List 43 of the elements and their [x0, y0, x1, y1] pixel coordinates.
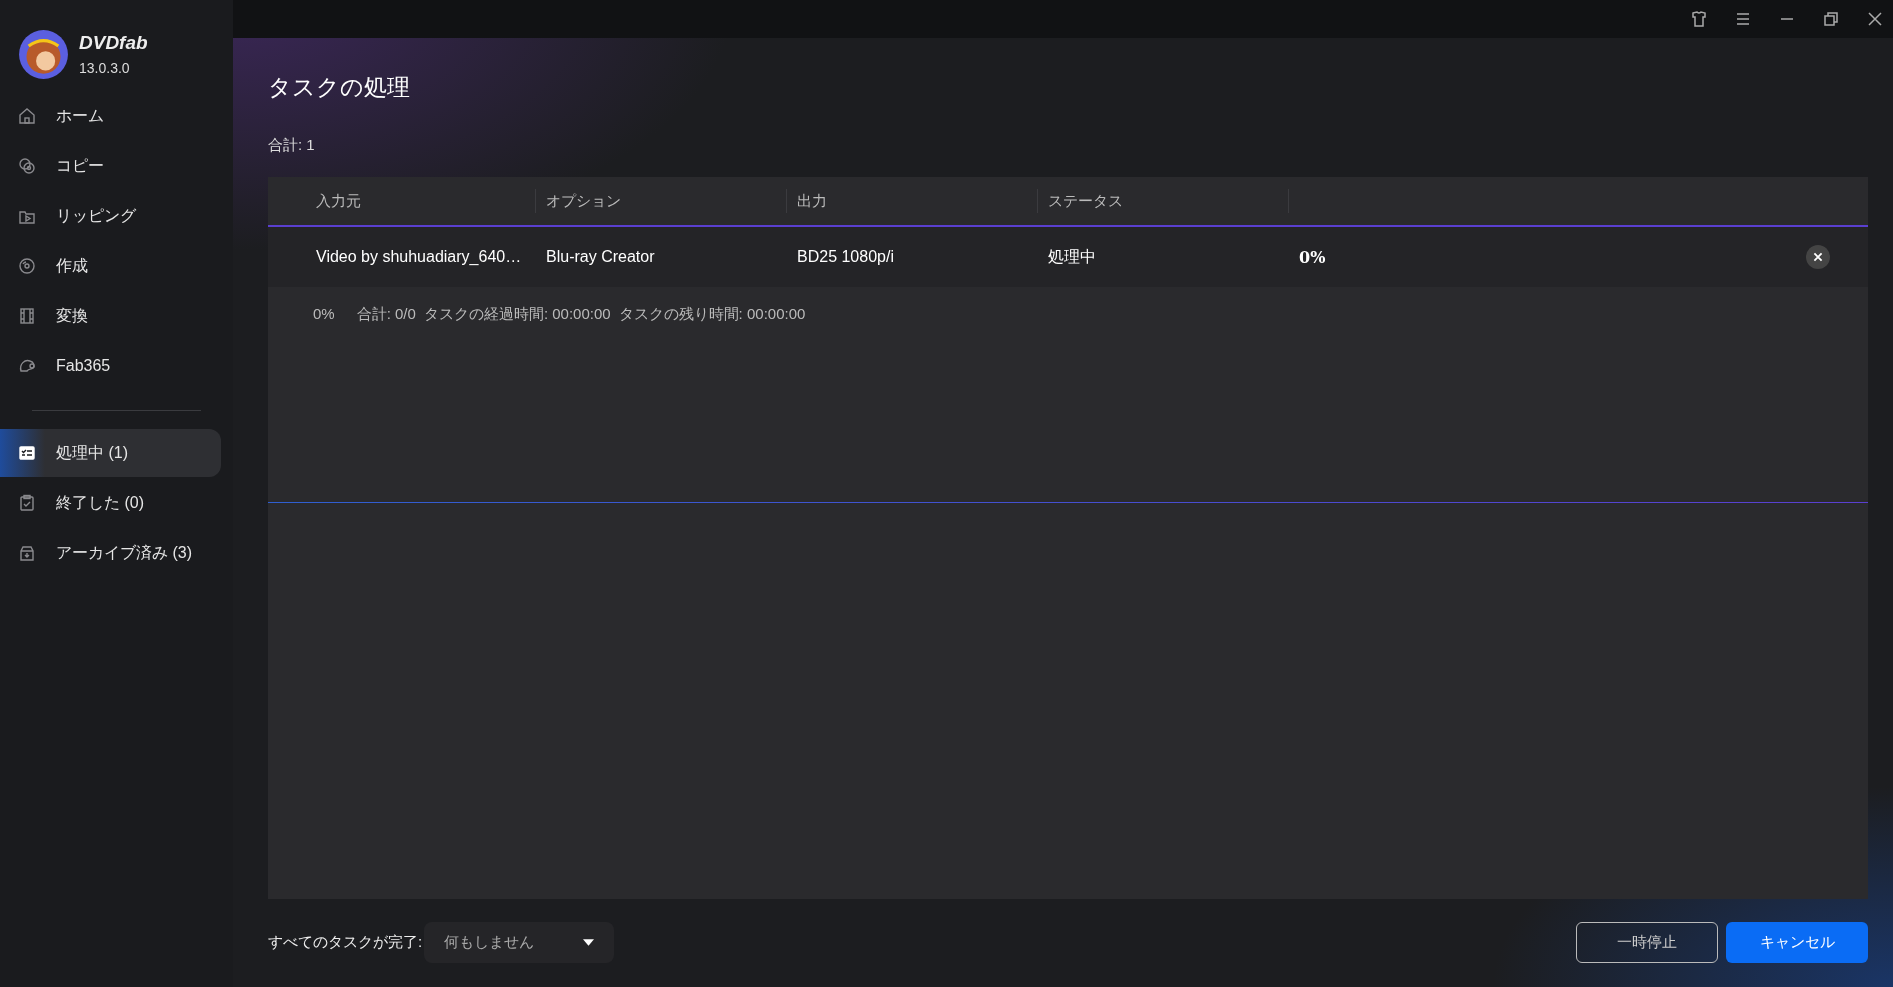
sidebar-item[interactable]: 変換 — [0, 292, 221, 340]
column-header: ステータス — [1038, 189, 1289, 213]
checklist-icon — [17, 443, 37, 463]
app-version: 13.0.3.0 — [79, 60, 131, 76]
restore-icon[interactable] — [1821, 9, 1841, 29]
summary-text: 0% — [313, 305, 335, 324]
table-cell: BD25 1080p/i — [797, 248, 894, 265]
table-cell: 処理中 — [1048, 247, 1096, 265]
summary-text: タスクの残り時間: 00:00:00 — [618, 305, 806, 324]
clipboard-icon — [17, 493, 37, 513]
close-icon — [1812, 251, 1824, 263]
sidebar-item[interactable]: 作成 — [0, 242, 221, 290]
progress-percent: 0% — [1299, 247, 1326, 267]
discs-icon — [17, 156, 37, 176]
summary-text: タスクの経過時間: 00:00:00 — [423, 305, 611, 324]
app-name: DVDfab — [79, 32, 148, 54]
sidebar-item[interactable]: 処理中 (1) — [0, 429, 221, 477]
page-title: タスクの処理 — [268, 73, 411, 102]
table-cell: Blu-ray Creator — [546, 248, 655, 265]
summary-text: 合計: 0/0 — [356, 305, 416, 324]
table-cell: Video by shuhuadiary_640… — [316, 248, 522, 265]
column-header: オプション — [536, 189, 787, 213]
sidebar-item[interactable]: Fab365 — [0, 342, 221, 390]
sidebar-item[interactable]: リッピング — [0, 192, 221, 240]
shirt-icon[interactable] — [1689, 9, 1709, 29]
column-header: 入力元 — [268, 189, 536, 213]
cancel-button[interactable]: キャンセル — [1726, 922, 1868, 963]
logo-icon — [18, 28, 69, 80]
column-header: 出力 — [787, 189, 1038, 213]
sidebar-item[interactable]: コピー — [0, 142, 221, 190]
sidebar-item[interactable]: 終了した (0) — [0, 479, 221, 527]
remove-button[interactable] — [1806, 245, 1830, 269]
sidebar-item[interactable]: アーカイブ済み (3) — [0, 529, 221, 577]
film-icon — [17, 306, 37, 326]
caret-icon — [583, 939, 595, 946]
total-count: 合計: 1 — [268, 136, 316, 155]
home-icon — [17, 106, 37, 126]
completion-label: すべてのタスクが完了: — [268, 933, 423, 952]
archive-box-icon — [17, 543, 37, 563]
action-dropdown[interactable]: 何もしません — [424, 922, 615, 963]
sidebar-item[interactable]: ホーム — [0, 92, 221, 140]
disc-icon — [17, 256, 37, 276]
pause-button[interactable]: 一時停止 — [1576, 922, 1718, 963]
